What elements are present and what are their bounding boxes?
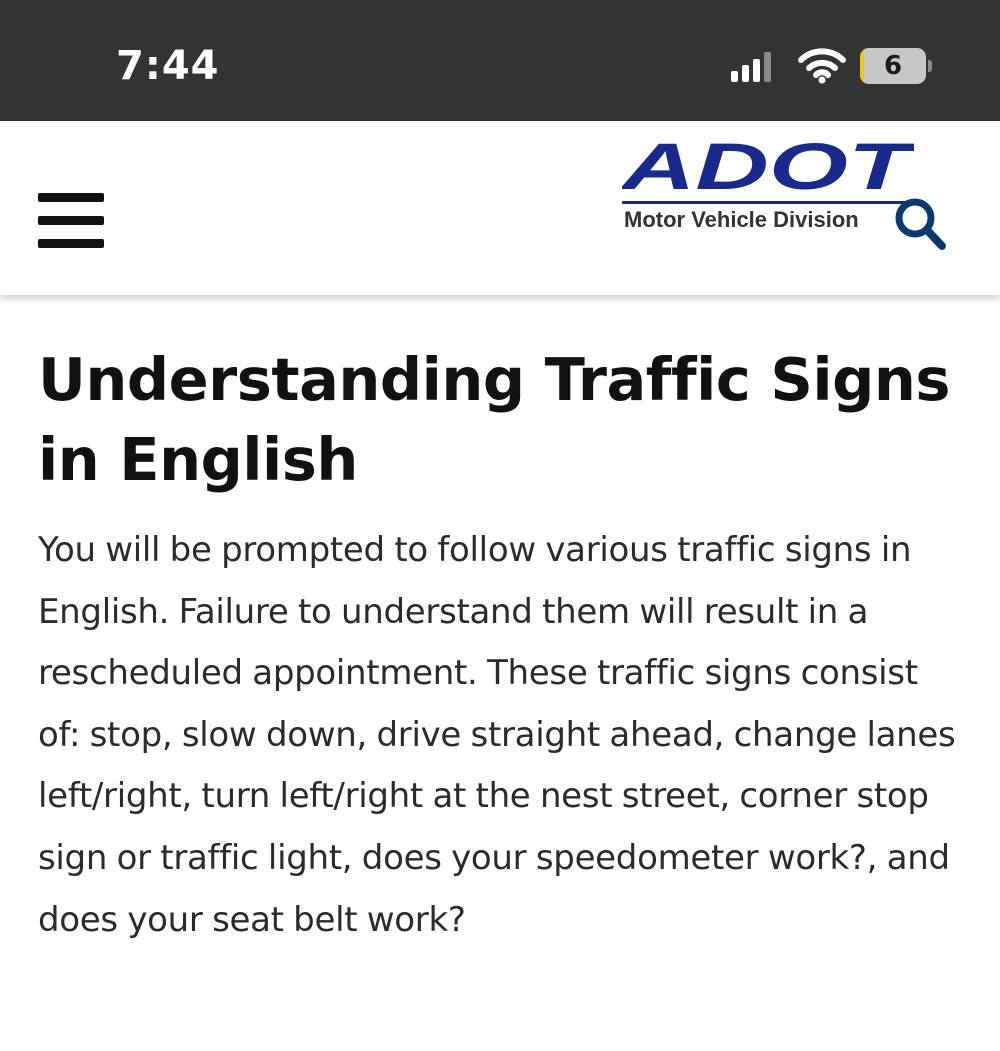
battery-nub [928, 60, 932, 72]
search-icon[interactable] [893, 196, 947, 252]
intro-paragraph: You will be prompted to follow various t… [38, 530, 956, 940]
cellular-signal-icon [731, 52, 771, 82]
menu-line [38, 239, 104, 248]
adot-wordmark-text: ADOT [622, 133, 914, 197]
logo-divider [622, 201, 910, 204]
status-bar: 7:44 6 [0, 0, 1000, 121]
site-header: ADOT Motor Vehicle Division [0, 121, 1000, 295]
menu-line [38, 193, 104, 202]
hamburger-menu-icon[interactable] [38, 193, 104, 249]
logo-subtitle: Motor Vehicle Division [624, 207, 859, 232]
wifi-icon [798, 48, 846, 84]
adot-logo[interactable]: ADOT Motor Vehicle Division [622, 133, 914, 243]
battery-indicator: 6 [860, 48, 926, 84]
page-title: Understanding Traffic Signs in English [38, 345, 950, 494]
menu-line [38, 216, 104, 225]
status-time: 7:44 [116, 43, 220, 89]
adot-wordmark: ADOT [622, 133, 914, 197]
main-content: Understanding Traffic Signs in English Y… [38, 340, 958, 951]
battery-level: 6 [883, 51, 903, 81]
